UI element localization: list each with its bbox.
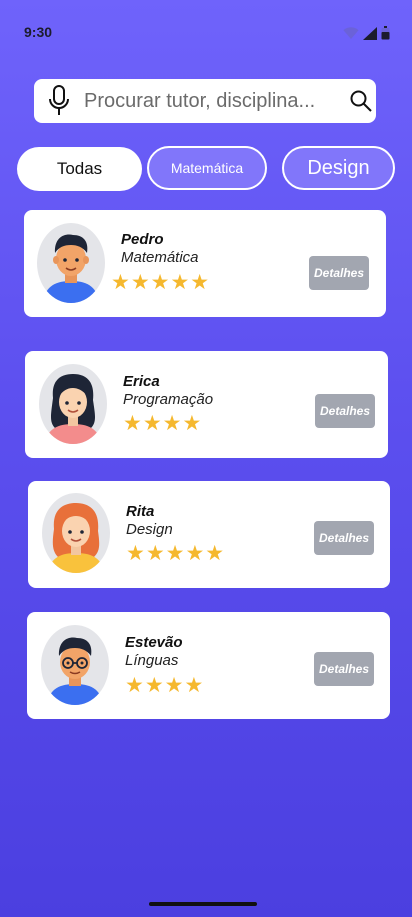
- tutor-subject: Design: [126, 521, 173, 538]
- status-time: 9:30: [24, 24, 53, 40]
- filter-chip-design[interactable]: Design: [282, 146, 395, 190]
- tutor-subject: Línguas: [125, 652, 179, 669]
- battery-icon: [381, 26, 390, 45]
- avatar: [42, 493, 110, 573]
- tutor-subject: Programação: [123, 391, 214, 408]
- tutor-card-pedro[interactable]: Pedro Matemática ★★★★★ Detalhes: [24, 210, 386, 317]
- search-input[interactable]: [84, 79, 349, 123]
- rating-stars: ★★★★★: [126, 542, 226, 565]
- details-button[interactable]: Detalhes: [314, 652, 374, 686]
- filter-chip-matematica[interactable]: Matemática: [147, 146, 267, 190]
- tutor-card-rita[interactable]: Rita Design ★★★★★ Detalhes: [28, 481, 390, 588]
- tutor-name: Erica: [123, 373, 160, 390]
- signal-icon: [363, 27, 377, 45]
- avatar: [37, 223, 105, 303]
- rating-stars: ★★★★: [125, 674, 205, 697]
- tutor-subject: Matemática: [121, 249, 199, 266]
- avatar: [39, 364, 107, 444]
- tutor-name: Rita: [126, 503, 155, 520]
- details-button[interactable]: Detalhes: [314, 521, 374, 555]
- home-indicator[interactable]: [149, 902, 257, 906]
- tutor-card-erica[interactable]: Erica Programação ★★★★ Detalhes: [25, 351, 388, 458]
- avatar: [41, 625, 109, 705]
- microphone-icon[interactable]: [48, 85, 70, 117]
- details-button[interactable]: Detalhes: [309, 256, 369, 290]
- search-icon[interactable]: [349, 88, 373, 114]
- rating-stars: ★★★★: [123, 412, 203, 435]
- search-bar: [34, 79, 376, 123]
- tutor-card-estevao[interactable]: Estevão Línguas ★★★★ Detalhes: [27, 612, 390, 719]
- status-bar: 9:30: [0, 0, 412, 64]
- details-button[interactable]: Detalhes: [315, 394, 375, 428]
- wifi-icon: [343, 27, 359, 45]
- status-icons: [343, 26, 390, 45]
- filter-chip-todas[interactable]: Todas: [17, 147, 142, 191]
- tutor-name: Pedro: [121, 231, 164, 248]
- rating-stars: ★★★★★: [111, 271, 211, 294]
- tutor-name: Estevão: [125, 634, 183, 651]
